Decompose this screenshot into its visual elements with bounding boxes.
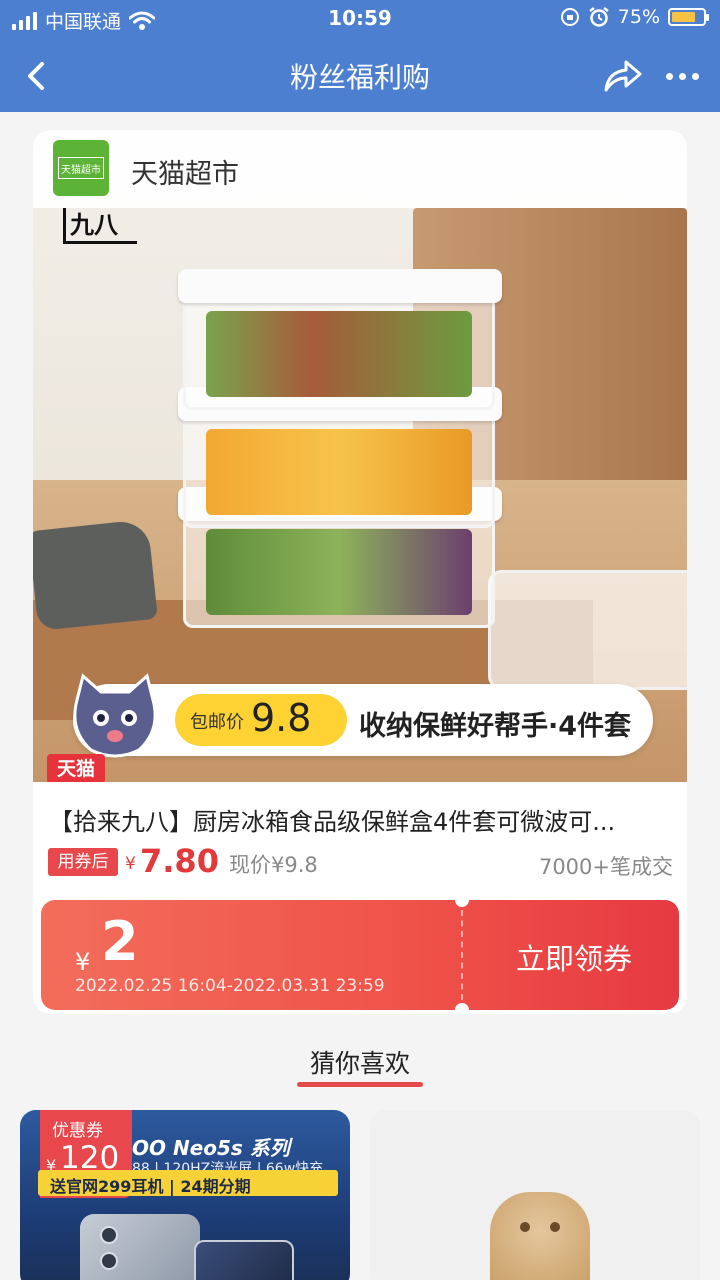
coupon-amount: 2 — [101, 910, 139, 973]
price-value: 7.80 — [140, 842, 219, 880]
recommend-underline — [297, 1082, 423, 1087]
kitchen-cloth — [33, 519, 158, 631]
price-symbol: ¥ — [125, 854, 136, 874]
recommend-card-phone[interactable]: 优惠券 ¥ 120 OO Neo5s 系列 88 | 120HZ流光屏 | 66… — [20, 1110, 350, 1280]
coupon-symbol: ¥ — [75, 948, 91, 976]
product-title[interactable]: 【拾来九八】厨房冰箱食品级保鲜盒4件套可微波可... — [49, 802, 675, 837]
coupon-strip[interactable]: ¥ 2 2022.02.25 16:04-2022.03.31 23:59 立即… — [41, 893, 679, 1014]
container-mango — [178, 387, 502, 528]
alarm-icon — [589, 7, 609, 27]
product-card[interactable]: 天猫超市 天猫超市 九八 包邮价 9.8 收纳保鲜好帮手·4件套 天猫 【拾来九… — [33, 130, 687, 1014]
claim-coupon-button[interactable]: 立即领券 — [469, 936, 679, 978]
more-icon[interactable] — [660, 62, 704, 90]
recommend-card-toy[interactable] — [370, 1110, 700, 1280]
tmall-supermarket-logo: 天猫超市 — [53, 140, 109, 196]
phone-front-image — [194, 1240, 294, 1280]
coupon-validity: 2022.02.25 16:04-2022.03.31 23:59 — [75, 976, 385, 996]
coupon-notch-top — [455, 893, 469, 907]
status-right: 75% — [560, 6, 709, 28]
battery-icon — [668, 8, 709, 26]
promo-price-label: 包邮价 — [190, 712, 244, 733]
original-price: 现价¥9.8 — [229, 853, 318, 877]
sales-count: 7000+笔成交 — [538, 855, 673, 879]
app-header: 中国联通 10:59 75% 粉丝福利购 — [0, 0, 720, 112]
coupon-notch-bottom — [455, 1003, 469, 1014]
nav-bar: 粉丝福利购 — [0, 38, 720, 112]
battery-level — [672, 12, 695, 22]
status-bar: 中国联通 10:59 75% — [0, 0, 720, 38]
product-image[interactable]: 天猫超市 天猫超市 九八 包邮价 9.8 收纳保鲜好帮手·4件套 天猫 — [33, 130, 687, 782]
promo-price-value: 9.8 — [251, 696, 312, 740]
container-salad — [178, 269, 502, 410]
rec-headline: OO Neo5s 系列 — [132, 1136, 290, 1160]
shop-name[interactable]: 天猫超市 — [131, 152, 239, 191]
tmall-tag: 天猫 — [47, 754, 105, 782]
share-icon[interactable] — [600, 54, 644, 98]
coupon-tag: 用券后 — [48, 848, 118, 876]
coupon-divider — [461, 910, 463, 1000]
rotation-lock-icon — [560, 8, 579, 26]
cat-mascot-icon — [73, 673, 157, 758]
wooden-toy-image — [490, 1192, 590, 1280]
phone-back-image — [80, 1214, 200, 1280]
battery-percent: 75% — [617, 6, 660, 28]
rec-coupon-label: 优惠券 — [52, 1121, 103, 1141]
rec-gift-text: 送官网299耳机 | 24期分期 — [50, 1177, 251, 1196]
side-container — [488, 570, 687, 690]
recommend-title: 猜你喜欢 — [309, 1049, 410, 1078]
maker-logo: 九八 — [63, 208, 137, 244]
promo-text: 收纳保鲜好帮手·4件套 — [359, 711, 632, 742]
